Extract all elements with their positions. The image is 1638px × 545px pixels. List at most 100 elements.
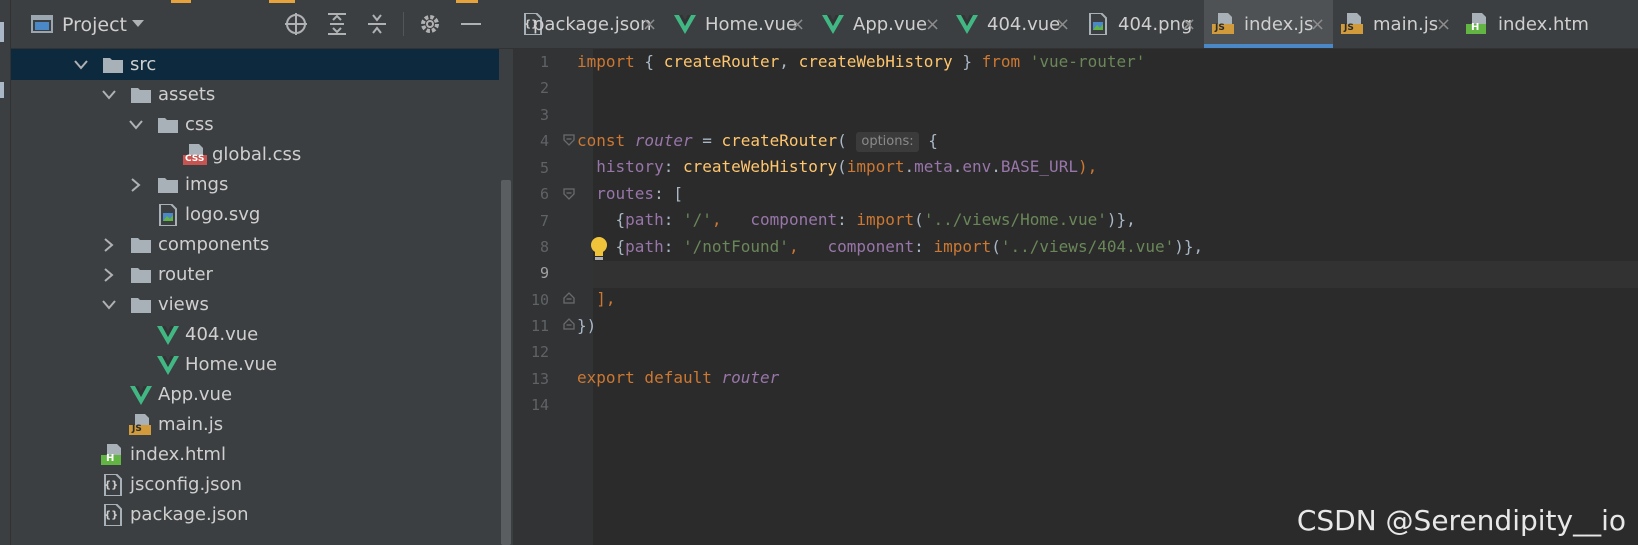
folder-icon (129, 84, 153, 106)
tree-item-404-vue[interactable]: 404.vue (11, 319, 499, 350)
tree-item-css[interactable]: css (11, 109, 499, 140)
chevron-right-icon[interactable] (128, 177, 144, 193)
tab-label: package.json (533, 14, 652, 35)
code-keyword: const (577, 131, 635, 150)
tree-item-components[interactable]: components (11, 229, 499, 260)
css-file-icon: CSS (183, 143, 207, 166)
chevron-down-icon[interactable] (101, 297, 117, 313)
tab-home-vue[interactable]: Home.vue × (665, 0, 813, 48)
toolbar-accent (171, 0, 191, 3)
tree-item-imgs[interactable]: imgs (11, 169, 499, 200)
close-icon[interactable]: × (1055, 14, 1070, 35)
close-icon[interactable]: × (1181, 14, 1196, 35)
chevron-down-icon[interactable] (125, 11, 151, 37)
code-property: component (827, 237, 915, 256)
tree-item-home-vue[interactable]: Home.vue (11, 349, 499, 380)
tree-item-logo-svg[interactable]: logo.svg (11, 199, 499, 230)
code-string: '../views/404.vue' (1000, 237, 1175, 256)
tree-item-index-html[interactable]: H index.html (11, 439, 499, 470)
folder-icon (129, 234, 153, 256)
code-text: : (914, 237, 934, 256)
code-text: = (692, 131, 722, 150)
fold-marker-icon[interactable] (563, 134, 575, 146)
line-number-current: 9 (539, 264, 549, 282)
line-number: 2 (539, 79, 549, 97)
code-text: { (634, 52, 664, 71)
tree-item-package-json[interactable]: {} package.json (11, 499, 499, 530)
collapse-all-icon[interactable] (364, 11, 390, 37)
close-icon[interactable]: × (790, 14, 805, 35)
html-file-icon: H (101, 443, 125, 466)
tree-item-router[interactable]: router (11, 259, 499, 290)
fold-marker-icon[interactable] (563, 188, 575, 200)
code-text: ], (577, 289, 616, 308)
crosshair-icon[interactable] (283, 11, 309, 37)
gear-icon[interactable] (417, 11, 443, 37)
tab-index-js[interactable]: JS index.js × (1204, 0, 1333, 48)
chevron-right-icon[interactable] (101, 237, 117, 253)
tree-item-src[interactable]: src (11, 49, 499, 80)
tree-item-label: main.js (158, 414, 224, 435)
tree-item-global-css[interactable]: CSS global.css (11, 139, 499, 170)
project-panel-title[interactable]: Project (62, 14, 127, 36)
js-file-icon: JS (129, 413, 153, 436)
tab-index-html[interactable]: H index.htm (1458, 0, 1638, 48)
tree-item-assets[interactable]: assets (11, 79, 499, 110)
code-line-10: ], (577, 286, 616, 312)
tab-label: index.htm (1498, 14, 1589, 35)
tool-window-marker (0, 82, 4, 98)
code-text: . (904, 157, 915, 176)
html-file-icon: H (1466, 13, 1490, 35)
code-property: env (962, 157, 992, 176)
code-string: '/notFound' (682, 237, 789, 256)
code-text: : (663, 210, 683, 229)
code-text: { (918, 131, 938, 150)
fold-end-marker-icon[interactable] (563, 318, 575, 330)
code-function: createWebHistory (798, 52, 953, 71)
code-text: , (711, 210, 751, 229)
chevron-down-icon[interactable] (128, 117, 144, 133)
code-keyword: import (846, 157, 905, 176)
line-number: 13 (530, 370, 549, 388)
js-badge: JS (132, 423, 142, 434)
close-icon[interactable]: × (642, 14, 657, 35)
tree-item-label: router (158, 264, 213, 285)
chevron-down-icon[interactable] (73, 57, 89, 73)
code-text: ( (991, 237, 1001, 256)
code-line-13: export default router (577, 365, 779, 391)
tab-404-vue[interactable]: 404.vue × (947, 0, 1078, 48)
code-line-7: {path: '/', component: import('../views/… (577, 207, 1136, 233)
line-number: 11 (530, 317, 549, 335)
tree-item-jsconfig-json[interactable]: {} jsconfig.json (11, 469, 499, 500)
project-view-icon[interactable] (29, 11, 55, 37)
tab-main-js[interactable]: JS main.js × (1333, 0, 1458, 48)
tab-app-vue[interactable]: App.vue × (813, 0, 947, 48)
html-badge: H (1471, 22, 1480, 33)
js-badge: JS (1215, 23, 1225, 33)
code-keyword: import (933, 237, 992, 256)
chevron-right-icon[interactable] (101, 267, 117, 283)
toolbar-accent (269, 0, 295, 3)
minimize-icon[interactable] (458, 11, 484, 37)
json-file-icon: {} (101, 503, 125, 526)
fold-end-marker-icon[interactable] (563, 292, 575, 304)
expand-all-icon[interactable] (324, 11, 350, 37)
close-icon[interactable]: × (1436, 14, 1451, 35)
tree-item-label: jsconfig.json (130, 474, 242, 495)
tree-item-app-vue[interactable]: App.vue (11, 379, 499, 410)
tab-404-png[interactable]: 404.png × (1078, 0, 1204, 48)
code-editor[interactable]: 1 2 3 4 5 6 7 8 9 10 11 12 13 14 import … (513, 49, 1638, 545)
tree-item-label: global.css (212, 144, 302, 165)
tree-scrollbar[interactable] (501, 180, 511, 545)
close-icon[interactable]: × (925, 14, 940, 35)
line-number: 6 (539, 185, 549, 203)
tab-package-json[interactable]: {} package.json × (513, 0, 665, 48)
close-icon[interactable]: × (1310, 14, 1325, 35)
code-text: . (952, 157, 963, 176)
tree-item-views[interactable]: views (11, 289, 499, 320)
css-badge: CSS (185, 153, 205, 164)
code-text: } (952, 52, 982, 71)
chevron-down-icon[interactable] (101, 87, 117, 103)
code-text: : (663, 157, 683, 176)
tree-item-main-js[interactable]: JS main.js (11, 409, 499, 440)
